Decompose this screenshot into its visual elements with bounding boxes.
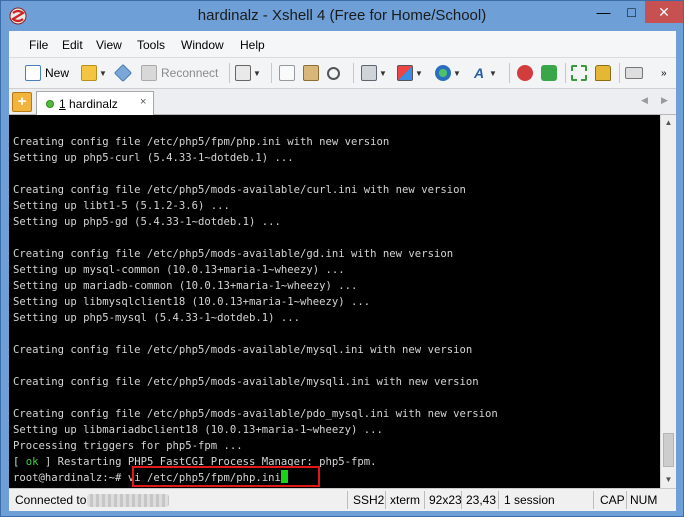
globe-icon xyxy=(435,65,451,81)
scrollbar-thumb[interactable] xyxy=(663,433,674,467)
title-bar[interactable]: hardinalz - Xshell 4 (Free for Home/Scho… xyxy=(1,1,683,31)
tab-label: 1 hardinalz xyxy=(59,97,118,111)
terminal-line: Creating config file /etc/php5/mods-avai… xyxy=(13,184,466,196)
find-button[interactable] xyxy=(327,62,340,84)
connected-status-icon xyxy=(46,100,54,108)
copy-button[interactable] xyxy=(279,62,295,84)
toolbar: New ▼ Reconnect ▼ ▼ ▼ ▼ A ▼ » xyxy=(9,57,676,89)
minimize-button[interactable]: — xyxy=(589,1,618,23)
session-count-status: 1 session xyxy=(504,493,555,507)
paste-icon xyxy=(303,65,319,81)
reconnect-icon xyxy=(141,65,157,81)
print-button[interactable]: ▼ xyxy=(361,62,387,84)
font-icon: A xyxy=(473,65,485,81)
terminal-line: Setting up libmariadbclient18 (10.0.13+m… xyxy=(13,424,383,436)
num-lock-indicator: NUM xyxy=(630,493,658,507)
lock-button[interactable] xyxy=(595,62,611,84)
tab-close-icon[interactable]: × xyxy=(140,96,146,108)
properties-icon xyxy=(235,65,251,81)
menu-window[interactable]: Window xyxy=(181,38,224,52)
xshell-icon xyxy=(517,65,533,81)
menu-help[interactable]: Help xyxy=(240,38,265,52)
keyboard-button[interactable] xyxy=(625,62,643,84)
search-icon xyxy=(327,66,340,80)
maximize-icon: □ xyxy=(627,4,636,20)
terminal-line: Setting up php5-gd (5.4.33-1~dotdeb.1) .… xyxy=(13,216,281,228)
link-icon xyxy=(113,63,133,83)
menu-file[interactable]: File xyxy=(29,38,48,52)
new-session-button[interactable]: New xyxy=(25,62,69,84)
terminal-area[interactable]: Creating config file /etc/php5/fpm/php.i… xyxy=(9,115,660,488)
terminal-line: Setting up libmysqlclient18 (10.0.13+mar… xyxy=(13,296,371,308)
xshell-window: hardinalz - Xshell 4 (Free for Home/Scho… xyxy=(0,0,684,517)
fullscreen-button[interactable] xyxy=(571,62,587,84)
window-title: hardinalz - Xshell 4 (Free for Home/Scho… xyxy=(197,7,487,24)
session-tab-bar: + 1 hardinalz × ◀ ▶ xyxy=(9,89,676,115)
reconnect-label: Reconnect xyxy=(161,66,219,80)
tab-prev-icon[interactable]: ◀ xyxy=(641,95,648,106)
xshell-button[interactable] xyxy=(517,62,533,84)
paste-button[interactable] xyxy=(303,62,319,84)
keyboard-icon xyxy=(625,67,643,79)
terminal-line: Processing triggers for php5-fpm ... xyxy=(13,440,243,452)
add-tab-button[interactable]: + xyxy=(12,92,32,112)
properties-button[interactable]: ▼ xyxy=(235,62,261,84)
minimize-icon: — xyxy=(596,4,611,20)
reconnect-button[interactable]: Reconnect xyxy=(141,62,218,84)
terminal-line: Setting up php5-mysql (5.4.33-1~dotdeb.1… xyxy=(13,312,301,324)
lock-icon xyxy=(595,65,611,81)
xftp-icon xyxy=(541,65,557,81)
terminal-line: Setting up mariadb-common (10.0.13+maria… xyxy=(13,280,358,292)
new-label: New xyxy=(45,66,70,80)
terminal-line: Setting up php5-curl (5.4.33-1~dotdeb.1)… xyxy=(13,152,294,164)
protocol-status: SSH2 xyxy=(353,493,385,507)
xftp-button[interactable] xyxy=(541,62,557,84)
menu-bar: File Edit View Tools Window Help xyxy=(9,31,676,57)
terminal-line: Setting up libt1-5 (5.1.2-3.6) ... xyxy=(13,200,230,212)
toolbar-overflow-button[interactable]: » xyxy=(661,62,667,84)
tab-hardinalz[interactable]: 1 hardinalz × xyxy=(36,91,154,115)
transfer-button[interactable]: ▼ xyxy=(397,62,423,84)
chevron-right-icon: » xyxy=(661,67,667,79)
connect-button[interactable] xyxy=(113,62,133,84)
terminal-line: Creating config file /etc/php5/mods-avai… xyxy=(13,376,479,388)
terminal-line: Creating config file /etc/php5/mods-avai… xyxy=(13,408,498,420)
cursor-position-status: 23,43 xyxy=(466,493,497,507)
fullscreen-icon xyxy=(571,65,587,81)
folder-icon xyxy=(81,65,97,81)
printer-icon xyxy=(361,65,377,81)
terminal-line: Creating config file /etc/php5/mods-avai… xyxy=(13,344,473,356)
terminal-line: Creating config file /etc/php5/mods-avai… xyxy=(13,248,454,260)
client-area: File Edit View Tools Window Help New ▼ R… xyxy=(9,31,676,511)
terminal-scrollbar[interactable]: ▲ ▼ xyxy=(660,115,676,488)
maximize-button[interactable]: □ xyxy=(618,1,645,23)
tab-next-icon[interactable]: ▶ xyxy=(661,95,668,106)
font-button[interactable]: A ▼ xyxy=(471,62,497,84)
caps-lock-indicator: CAP xyxy=(600,493,625,507)
scroll-down-icon[interactable]: ▼ xyxy=(661,472,676,488)
scroll-up-icon[interactable]: ▲ xyxy=(661,115,676,131)
file-transfer-icon xyxy=(397,65,413,81)
terminal-type-status: xterm xyxy=(390,493,420,507)
menu-tools[interactable]: Tools xyxy=(137,38,165,52)
copy-icon xyxy=(279,65,295,81)
status-bar: Connected to SSH2 xterm 92x23 23,43 1 se… xyxy=(9,488,676,511)
open-folder-button[interactable]: ▼ xyxy=(81,62,107,84)
connection-status: Connected to xyxy=(15,493,87,507)
menu-edit[interactable]: Edit xyxy=(62,38,83,52)
plus-icon: + xyxy=(17,93,27,110)
close-icon: ✕ xyxy=(658,4,670,20)
terminal-line: Creating config file /etc/php5/fpm/php.i… xyxy=(13,136,390,148)
command-highlight-box xyxy=(132,466,320,487)
shell-prompt: root@hardinalz:~# xyxy=(13,472,128,484)
new-session-icon xyxy=(25,65,41,81)
globe-button[interactable]: ▼ xyxy=(435,62,461,84)
close-button[interactable]: ✕ xyxy=(645,1,683,23)
menu-view[interactable]: View xyxy=(96,38,122,52)
terminal-size-status: 92x23 xyxy=(429,493,462,507)
terminal-line: Setting up mysql-common (10.0.13+maria-1… xyxy=(13,264,345,276)
ok-status: ok xyxy=(25,456,39,468)
redacted-host xyxy=(87,494,169,507)
